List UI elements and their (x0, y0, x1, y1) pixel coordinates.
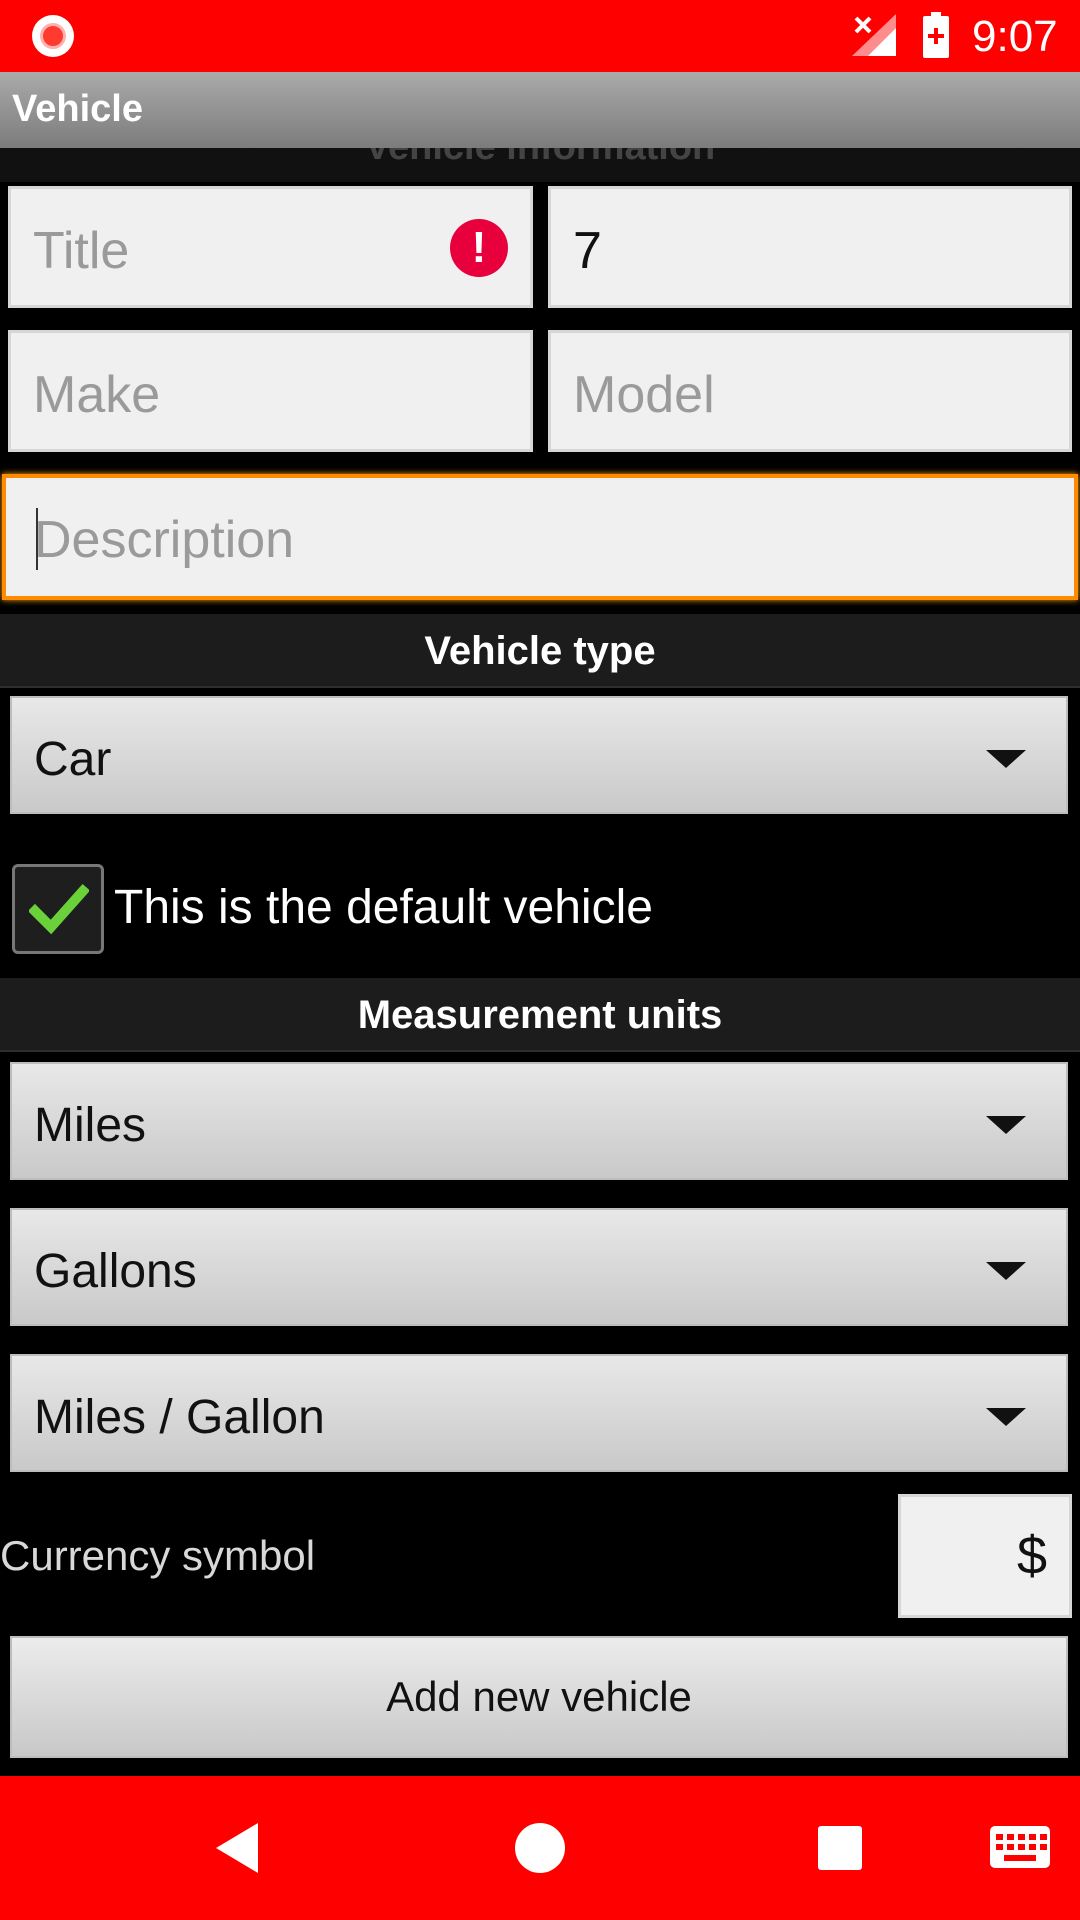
screen-record-icon (32, 15, 74, 57)
back-icon[interactable] (216, 1823, 258, 1873)
add-vehicle-button[interactable]: Add new vehicle (10, 1636, 1068, 1758)
app-titlebar: Vehicle (0, 72, 1080, 148)
section-header-label: Vehicle type (424, 629, 656, 673)
section-header-vehicle-type: Vehicle type (0, 614, 1080, 688)
description-placeholder: Description (34, 511, 295, 569)
volume-unit-select[interactable]: Gallons (10, 1208, 1068, 1326)
vehicle-type-value: Car (34, 733, 112, 786)
volume-unit-value: Gallons (34, 1245, 197, 1298)
section-header-vehicle-info: Vehicle information (0, 148, 1080, 182)
keyboard-icon[interactable] (990, 1826, 1050, 1868)
chevron-down-icon (986, 1262, 1026, 1280)
description-field[interactable]: Description (2, 474, 1078, 600)
make-placeholder: Make (33, 366, 161, 424)
currency-input[interactable]: $ (898, 1494, 1072, 1618)
chevron-down-icon (986, 1408, 1026, 1426)
title-placeholder: Title (33, 222, 130, 280)
consumption-unit-value: Miles / Gallon (34, 1391, 325, 1444)
section-header-measurement-units: Measurement units (0, 978, 1080, 1052)
error-icon[interactable]: ! (450, 219, 508, 277)
chevron-down-icon (986, 750, 1026, 768)
home-icon[interactable] (515, 1823, 565, 1873)
chevron-down-icon (986, 1116, 1026, 1134)
title-field[interactable]: Title ! (8, 186, 533, 308)
battery-charging-icon (923, 12, 949, 58)
distance-unit-value: Miles (34, 1099, 147, 1152)
page-title: Vehicle (12, 88, 143, 130)
model-placeholder: Model (573, 366, 715, 424)
section-header-label: Vehicle information (0, 148, 1080, 169)
number-value: 7 (573, 222, 602, 280)
consumption-unit-select[interactable]: Miles / Gallon (10, 1354, 1068, 1472)
vehicle-type-select[interactable]: Car (10, 696, 1068, 814)
status-bar: 9:07 (0, 0, 1080, 72)
add-vehicle-label: Add new vehicle (386, 1673, 692, 1720)
default-vehicle-checkbox[interactable] (12, 864, 104, 954)
currency-label: Currency symbol (0, 1532, 316, 1579)
distance-unit-select[interactable]: Miles (10, 1062, 1068, 1180)
clock: 9:07 (972, 12, 1058, 61)
checkmark-icon (29, 883, 89, 935)
recent-apps-icon[interactable] (818, 1826, 862, 1870)
section-header-label: Measurement units (357, 993, 723, 1037)
no-signal-icon (852, 14, 896, 56)
number-field[interactable]: 7 (548, 186, 1072, 308)
make-field[interactable]: Make (8, 330, 533, 452)
default-vehicle-label[interactable]: This is the default vehicle (114, 880, 653, 935)
model-field[interactable]: Model (548, 330, 1072, 452)
currency-value: $ (1016, 1526, 1047, 1586)
